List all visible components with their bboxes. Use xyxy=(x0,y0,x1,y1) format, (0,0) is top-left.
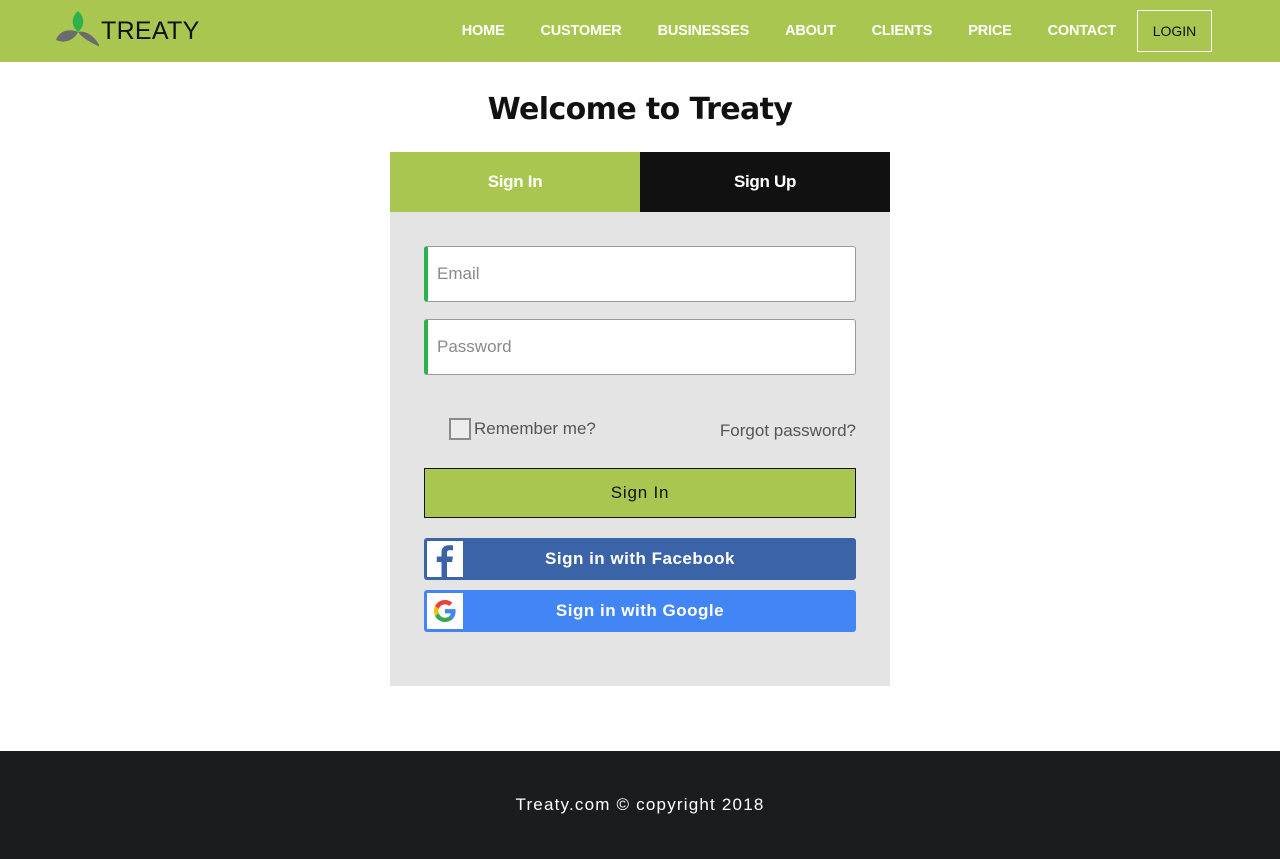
auth-card: Sign In Sign Up Remember me? Forgot pass… xyxy=(390,152,890,686)
nav-contact[interactable]: CONTACT xyxy=(1048,23,1117,39)
tab-sign-in[interactable]: Sign In xyxy=(390,152,640,212)
facebook-sign-in-button[interactable]: Sign in with Facebook xyxy=(424,538,856,580)
password-field[interactable] xyxy=(424,319,856,375)
remember-label: Remember me? xyxy=(474,419,596,438)
leaf-logo-icon xyxy=(56,11,99,47)
brand-logo[interactable]: TREATY xyxy=(55,9,200,53)
nav-clients[interactable]: CLIENTS xyxy=(872,23,933,39)
nav-about[interactable]: ABOUT xyxy=(785,23,836,39)
facebook-label: Sign in with Facebook xyxy=(545,549,735,568)
main-nav: HOME CUSTOMER BUSINESSES ABOUT CLIENTS P… xyxy=(462,0,1212,62)
login-button[interactable]: LOGIN xyxy=(1137,10,1212,52)
google-label: Sign in with Google xyxy=(555,601,725,620)
top-navbar: TREATY HOME CUSTOMER BUSINESSES ABOUT CL… xyxy=(0,0,1280,62)
nav-customer[interactable]: CUSTOMER xyxy=(540,23,621,39)
email-field[interactable] xyxy=(424,246,856,302)
auth-tabs: Sign In Sign Up xyxy=(390,152,890,212)
tab-sign-up[interactable]: Sign Up xyxy=(640,152,890,212)
forgot-password-link[interactable]: Forgot password? xyxy=(720,421,856,441)
page-title: Welcome to Treaty xyxy=(487,92,793,127)
brand-name: TREATY xyxy=(101,16,200,45)
page-footer: Treaty.com © copyright 2018 xyxy=(0,751,1280,859)
nav-businesses[interactable]: BUSINESSES xyxy=(658,23,750,39)
remember-checkbox[interactable] xyxy=(449,418,471,440)
google-sign-in-button[interactable]: Sign in with Google xyxy=(424,590,856,632)
sign-in-button[interactable]: Sign In xyxy=(424,468,856,518)
remember-me[interactable]: Remember me? xyxy=(449,418,596,440)
copyright-text: Treaty.com © copyright 2018 xyxy=(515,795,765,814)
nav-price[interactable]: PRICE xyxy=(968,23,1012,39)
nav-home[interactable]: HOME xyxy=(462,23,505,39)
